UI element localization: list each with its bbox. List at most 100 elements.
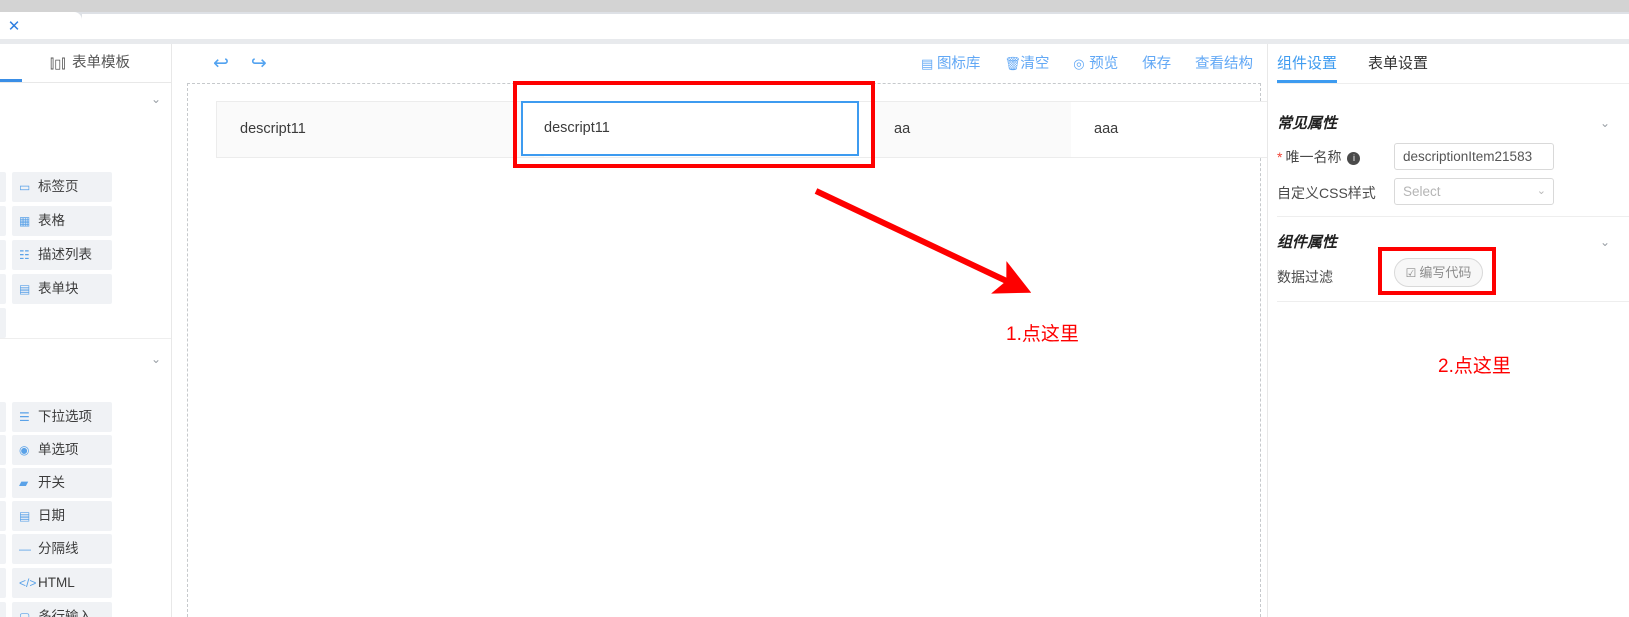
tab-form-settings[interactable]: 表单设置 [1368,44,1428,83]
library-item-divider[interactable]: — 分隔线 [12,534,112,564]
library-item-html[interactable]: </> HTML [12,568,112,598]
right-panel: 组件设置 表单设置 常见属性 ⌄ *唯一名称 i 自定义CSS样式 Select … [1267,44,1629,617]
library-item-label: 分隔线 [38,541,79,556]
list-item[interactable] [0,172,6,202]
write-code-button[interactable]: ☑ 编写代码 [1394,258,1483,287]
browser-tab-empty-area [82,14,1629,39]
undo-icon[interactable]: ↩ [204,53,238,75]
library-item-table[interactable]: ▦ 表格 [12,206,112,236]
redo-icon[interactable]: ↪ [242,53,276,75]
library-item-tab-page[interactable]: ▭ 标签页 [12,172,112,202]
write-code-label: 编写代码 [1419,265,1472,280]
save-button[interactable]: 保存 [1142,53,1171,75]
tab-form-template[interactable]: ⫿▯⫿ 表单模板 [50,44,130,82]
divider [1277,301,1629,302]
divider [1277,83,1629,84]
label-data-filter: 数据过滤 [1277,269,1333,285]
list-item[interactable] [0,468,6,498]
description-list-icon: ☷ [19,248,30,262]
custom-css-select[interactable]: Select ⌄ [1394,178,1554,205]
tab-form-template-label: 表单模板 [72,55,131,71]
code-icon: </> [19,576,37,590]
library-item-label: 下拉选项 [38,409,92,424]
tab-page-icon: ▭ [19,180,31,194]
form-block-icon: ▤ [19,282,31,296]
save-label: 保存 [1142,56,1172,72]
description-cell[interactable]: aa [871,102,1071,157]
selected-component-outline[interactable]: descript11 [521,101,859,156]
list-item[interactable] [0,274,6,304]
list-item[interactable]: 入 [0,602,6,617]
clear-button[interactable]: 🗑清空 [1004,53,1049,75]
library-item-switch[interactable]: ▰ 开关 [12,468,112,498]
list-item[interactable] [0,435,6,465]
preview-button[interactable]: ◎ 预览 [1073,53,1118,75]
left-panel: 库 ⫿▯⫿ 表单模板 ⌄ 器 ▭ 标签页 ▦ 表格 [0,44,172,617]
view-structure-button[interactable]: 查看结构 [1195,53,1253,75]
list-item[interactable]: 字 [0,568,6,598]
list-item[interactable] [0,206,6,236]
library-group-form-header[interactable]: ⌄ [0,343,172,379]
chevron-down-icon[interactable]: ⌄ [148,351,164,367]
icon-library-icon: ▤ [920,56,934,71]
library-item-label: HTML [38,575,75,590]
table-icon: ▦ [19,214,31,228]
divider-icon: — [19,542,31,556]
clear-label: 清空 [1020,56,1050,72]
dropdown-icon: ☰ [19,410,30,424]
library-item-textarea[interactable]: ▢ 多行输入 [12,602,112,617]
list-item[interactable] [0,240,6,270]
description-cell[interactable]: aaa [1071,102,1268,157]
label-custom-css: 自定义CSS样式 [1277,185,1376,201]
library-item-label: 描述列表 [38,247,92,262]
divider [0,338,172,339]
textarea-icon: ▢ [19,610,31,617]
description-cell[interactable]: descript11 [217,102,544,157]
library-item-label: 表单块 [38,281,79,296]
selected-component-text: descript11 [544,120,610,136]
left-panel-tabs: 库 ⫿▯⫿ 表单模板 [0,44,172,83]
library-item-dropdown[interactable]: ☰ 下拉选项 [12,402,112,432]
tab-active-underline [0,79,22,82]
chevron-down-icon[interactable]: ⌄ [1597,115,1613,131]
library-item-form-block[interactable]: ▤ 表单块 [12,274,112,304]
library-item-label: 标签页 [38,179,79,194]
canvas-dropzone[interactable]: descript11 descript11 aa aaa [187,83,1269,617]
tab-component-settings[interactable]: 组件设置 [1277,44,1337,83]
library-item-date[interactable]: ▤ 日期 [12,501,112,531]
radio-icon: ◉ [19,443,30,457]
library-item-label: 多行输入 [38,609,92,617]
trash-icon: 🗑 [1004,56,1021,71]
list-item[interactable]: 本输入 [0,402,6,432]
list-item[interactable]: 器 [0,308,6,338]
section-title-component-props: 组件属性 [1277,234,1338,251]
library-item-label: 表格 [38,213,65,228]
canvas-toolbar: ↩ ↪ ▤ 图标库 🗑清空 ◎ 预览 保存 查看结构 [172,44,1267,83]
switch-icon: ▰ [19,476,29,490]
icon-library-button[interactable]: ▤ 图标库 [921,53,981,75]
calendar-icon: ▤ [19,509,31,523]
list-item[interactable]: 围 [0,534,6,564]
required-mark: * [1277,149,1283,165]
annotation-text-step2: 2.点这里 [1438,356,1511,377]
eye-icon: ◎ [1073,56,1085,71]
browser-top-strip [0,0,1629,12]
chevron-down-icon[interactable]: ⌄ [1597,234,1613,250]
library-item-label: 开关 [38,475,65,490]
toolbar-actions: ▤ 图标库 🗑清空 ◎ 预览 保存 查看结构 [901,53,1253,75]
library-item-radio[interactable]: ◉ 单选项 [12,435,112,465]
library-item-description-list[interactable]: ☷ 描述列表 [12,240,112,270]
chevron-down-icon: ⌄ [1536,185,1546,197]
library-item-label: 单选项 [38,442,79,457]
canvas[interactable]: descript11 descript11 aa aaa [172,83,1269,617]
history-controls: ↩ ↪ [204,53,276,75]
section-title-common-props: 常见属性 [1277,115,1338,132]
icon-library-label: 图标库 [936,56,981,72]
unique-name-input[interactable] [1394,143,1554,170]
info-icon[interactable]: i [1347,152,1361,165]
list-item[interactable] [0,501,6,531]
library-group-layout-header[interactable]: ⌄ [0,83,172,119]
close-icon[interactable]: ✕ [3,18,25,36]
library-item-label: 日期 [38,508,65,523]
chevron-down-icon[interactable]: ⌄ [148,91,164,107]
